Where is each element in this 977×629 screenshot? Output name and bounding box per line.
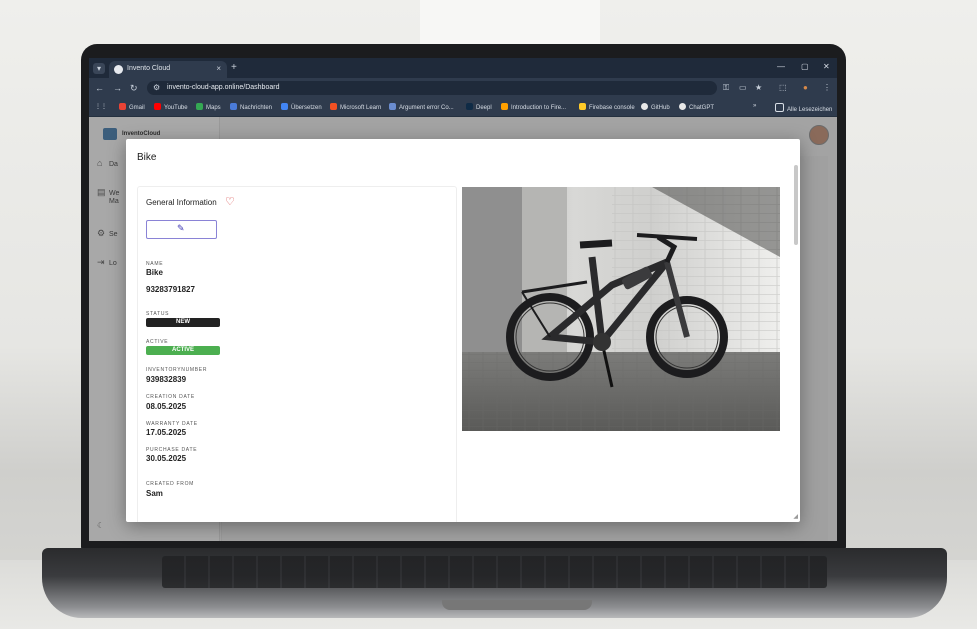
bookmark-translate[interactable]: Übersetzen (281, 103, 322, 111)
bookmark-nachrichten[interactable]: Nachrichten (230, 103, 272, 111)
laptop-base (42, 548, 947, 618)
bookmarks-bar: ⋮⋮ Gmail YouTube Maps Nachrichten Überse… (89, 98, 837, 117)
logout-icon: ⇥ (97, 257, 105, 267)
home-icon: ⌂ (97, 158, 103, 168)
item-detail-dialog: Bike ◢ General Information ♡ ✎ NAME Bike… (126, 139, 800, 522)
forward-icon[interactable]: → (113, 83, 122, 93)
status-label: STATUS (146, 311, 170, 317)
reload-icon[interactable]: ↻ (130, 83, 138, 94)
status-badge: NEW (146, 318, 220, 327)
bookmark-deepl[interactable]: Deepl (466, 103, 492, 111)
more-bookmarks-icon[interactable]: » (753, 103, 756, 109)
window-close-icon[interactable]: ✕ (823, 62, 830, 71)
user-avatar[interactable] (809, 125, 829, 145)
link-icon (389, 103, 396, 110)
resize-handle-icon[interactable]: ◢ (793, 513, 798, 520)
bookmark-chatgpt[interactable]: ChatGPT (679, 103, 714, 111)
item-photo (462, 187, 780, 431)
github-icon (641, 103, 648, 110)
deepl-icon (466, 103, 473, 110)
favorite-heart-icon[interactable]: ♡ (225, 195, 235, 208)
app-name: InventoCloud (122, 131, 161, 137)
creation-date-value: 08.05.2025 (146, 402, 187, 411)
browser-toolbar: ← → ↻ ⚙ invento-cloud-app.online/Dashboa… (89, 78, 837, 98)
sidebar-item-settings[interactable]: ⚙ Se (97, 228, 118, 239)
maximize-icon[interactable]: ▢ (801, 62, 809, 71)
active-label: ACTIVE (146, 339, 169, 345)
gmail-icon (119, 103, 126, 110)
clipboard-icon: ▤ (97, 187, 106, 197)
cast-icon[interactable]: ▭ (739, 83, 747, 92)
created-from-label: CREATED FROM (146, 481, 195, 487)
lid-notch (442, 600, 592, 610)
created-from-value: Sam (146, 489, 163, 498)
browser-menu-icon[interactable]: ⋮ (823, 83, 831, 92)
back-icon[interactable]: ← (95, 83, 104, 93)
inventory-number-value: 939832839 (146, 375, 187, 384)
name-value: Bike (146, 268, 163, 277)
address-bar[interactable]: ⚙ invento-cloud-app.online/Dashboard (147, 81, 717, 95)
microsoft-icon (330, 103, 337, 110)
pencil-icon: ✎ (177, 223, 185, 233)
sidebar-item-dashboard[interactable]: ⌂ Da (97, 158, 118, 168)
apps-grid-icon[interactable]: ⋮⋮ (95, 103, 107, 110)
minimize-icon[interactable]: — (777, 62, 785, 71)
bookmark-youtube[interactable]: YouTube (154, 103, 188, 111)
purchase-date-value: 30.05.2025 (146, 454, 187, 463)
tab-favicon-icon (114, 65, 123, 74)
warranty-date-value: 17.05.2025 (146, 428, 187, 437)
dialog-scrollbar[interactable] (794, 165, 798, 245)
bookmark-github[interactable]: GitHub (641, 103, 670, 111)
bookmark-gmail[interactable]: Gmail (119, 103, 145, 111)
site-info-icon[interactable]: ⚙ (153, 83, 160, 92)
translate-icon (281, 103, 288, 110)
bookmark-star-icon[interactable]: ★ (755, 83, 762, 92)
url-text: invento-cloud-app.online/Dashboard (167, 84, 280, 91)
folder-icon (775, 103, 784, 112)
edit-button[interactable]: ✎ (146, 220, 217, 239)
password-key-icon[interactable]: ⚿ (723, 83, 729, 93)
app-logo-icon (103, 128, 117, 140)
general-info-card: General Information ♡ ✎ NAME Bike 932837… (137, 186, 457, 522)
firebase-icon (579, 103, 586, 110)
creation-date-label: CREATION DATE (146, 394, 195, 400)
gear-icon: ⚙ (97, 228, 106, 238)
browser-tab[interactable]: Invento Cloud × (109, 61, 227, 78)
warranty-date-label: WARRANTY DATE (146, 421, 198, 427)
bookmark-maps[interactable]: Maps (196, 103, 221, 111)
all-bookmarks[interactable]: Alle Lesezeichen (775, 103, 832, 113)
sidebar-item-warehouse[interactable]: ▤ We Ma (97, 187, 119, 205)
chatgpt-icon (679, 103, 686, 110)
bookmark-firebase-intro[interactable]: Introduction to Fire... (501, 103, 566, 111)
extensions-icon[interactable]: ⬚ (779, 83, 787, 92)
new-tab-icon[interactable]: + (231, 62, 237, 73)
browser-tab-bar: ▾ Invento Cloud × + — ▢ ✕ (89, 58, 837, 78)
tab-title: Invento Cloud (127, 65, 171, 72)
active-badge: ACTIVE (146, 346, 220, 355)
sidebar-item-logout[interactable]: ⇥ Lo (97, 257, 117, 268)
bookmark-ms-learn[interactable]: Microsoft Learn (330, 103, 381, 111)
name-label: NAME (146, 261, 164, 267)
youtube-icon (154, 103, 161, 110)
firebase-icon (501, 103, 508, 110)
profile-avatar-icon[interactable]: ● (803, 83, 808, 92)
dark-mode-icon[interactable]: ☾ (97, 521, 104, 530)
serial-value: 93283791827 (146, 285, 195, 294)
dialog-title: Bike (137, 152, 157, 163)
keyboard (162, 556, 827, 588)
news-icon (230, 103, 237, 110)
tab-close-icon[interactable]: × (216, 64, 221, 73)
maps-icon (196, 103, 203, 110)
bookmark-firebase-console[interactable]: Firebase console (579, 103, 635, 111)
section-title: General Information (146, 198, 217, 207)
inventory-number-label: INVENTORYNUMBER (146, 367, 208, 373)
tab-search-icon[interactable]: ▾ (93, 63, 105, 74)
bookmark-argument-error[interactable]: Argument error Co... (389, 103, 454, 111)
purchase-date-label: PURCHASE DATE (146, 447, 198, 453)
